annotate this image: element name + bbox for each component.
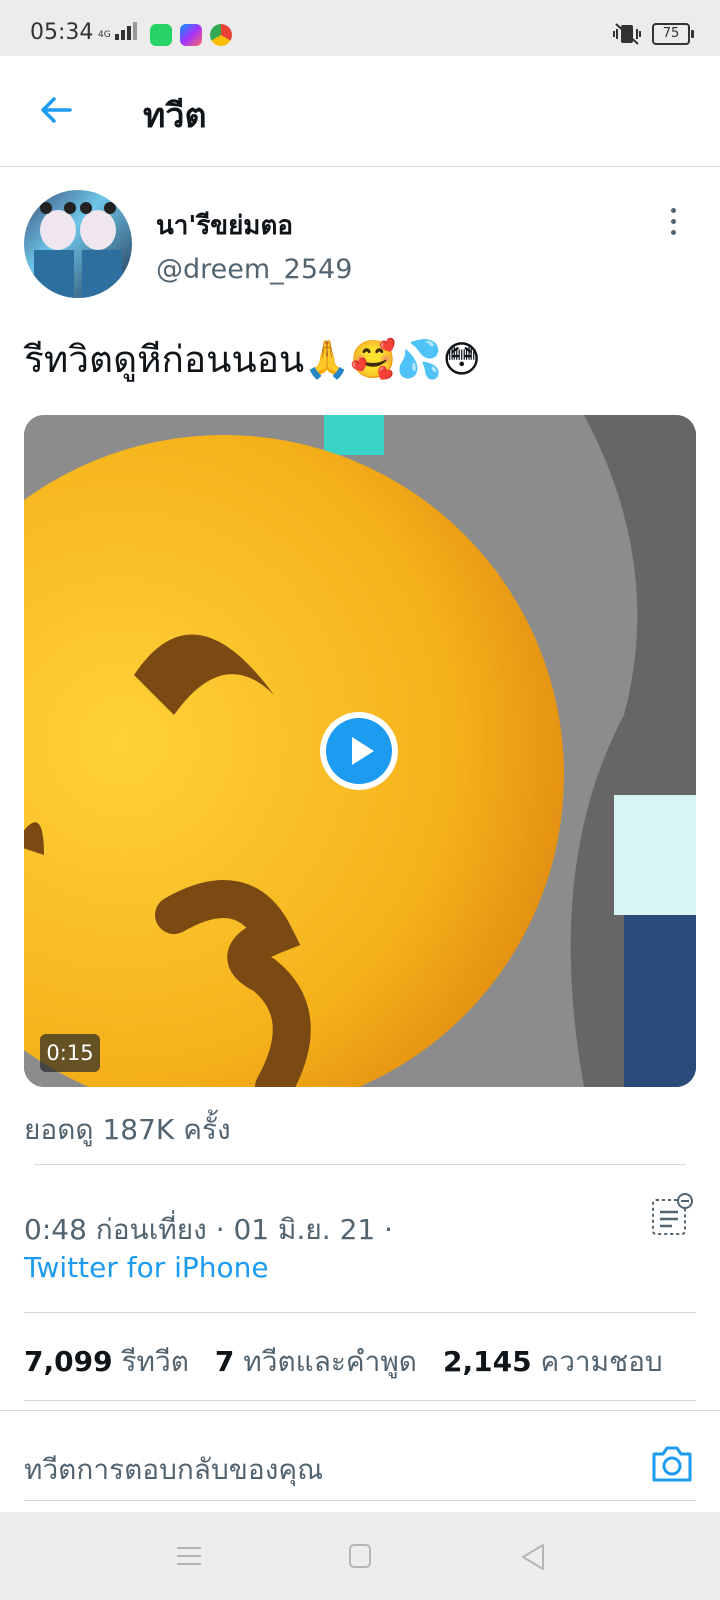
header: ทวีต [0, 56, 720, 167]
status-time: 05:34 [30, 20, 94, 45]
back-nav-icon[interactable] [520, 1543, 546, 1571]
tweet-details-icon[interactable] [650, 1192, 694, 1238]
retweets-stat[interactable]: 7,099 รีทวีต [24, 1340, 189, 1384]
play-button[interactable] [320, 712, 398, 790]
status-bar: 05:34 4G 75 [0, 0, 720, 56]
tweet-text: รีทวิตดูหีก่อนนอน🙏🥰💦😳 [24, 338, 481, 381]
chrome-icon [210, 24, 232, 46]
quotes-stat[interactable]: 7 ทวีตและคำพูด [215, 1340, 417, 1384]
vibrate-icon [613, 23, 641, 45]
view-count: ยอดดู 187K ครั้ง [24, 1113, 231, 1146]
more-options-icon[interactable] [668, 208, 678, 238]
divider [34, 1164, 686, 1165]
tweet-stats: 7,099 รีทวีต 7 ทวีตและคำพูด 2,145 ความชอ… [24, 1340, 663, 1384]
tweet-date: 0:48 ก่อนเที่ยง · 01 มิ.ย. 21 · [24, 1213, 394, 1246]
system-nav-bar [0, 1512, 720, 1600]
tweet-source-link[interactable]: Twitter for iPhone [24, 1251, 269, 1284]
home-icon[interactable] [349, 1544, 371, 1568]
reply-input[interactable]: ทวีตการตอบกลับของคุณ [24, 1448, 323, 1492]
divider [24, 1500, 696, 1501]
likes-stat[interactable]: 2,145 ความชอบ [443, 1340, 663, 1384]
menu-icon[interactable] [176, 1546, 202, 1566]
author-name[interactable]: นา'รีขย่มตอ [156, 205, 293, 246]
page-title: ทวีต [143, 96, 207, 136]
divider [24, 1312, 696, 1313]
divider [24, 1400, 696, 1401]
video-duration-badge: 0:15 [40, 1034, 100, 1072]
avatar[interactable] [24, 190, 132, 298]
camera-icon[interactable] [650, 1442, 694, 1484]
divider [0, 1410, 720, 1411]
whatsapp-icon [150, 24, 172, 46]
messenger-icon [180, 24, 202, 46]
battery-icon: 75 [652, 23, 694, 45]
back-arrow-icon[interactable] [36, 90, 76, 130]
play-icon [352, 737, 374, 765]
network-type: 4G [98, 30, 111, 40]
author-handle[interactable]: @dreem_2549 [156, 254, 352, 285]
network-signal-icon: 4G [98, 22, 137, 40]
